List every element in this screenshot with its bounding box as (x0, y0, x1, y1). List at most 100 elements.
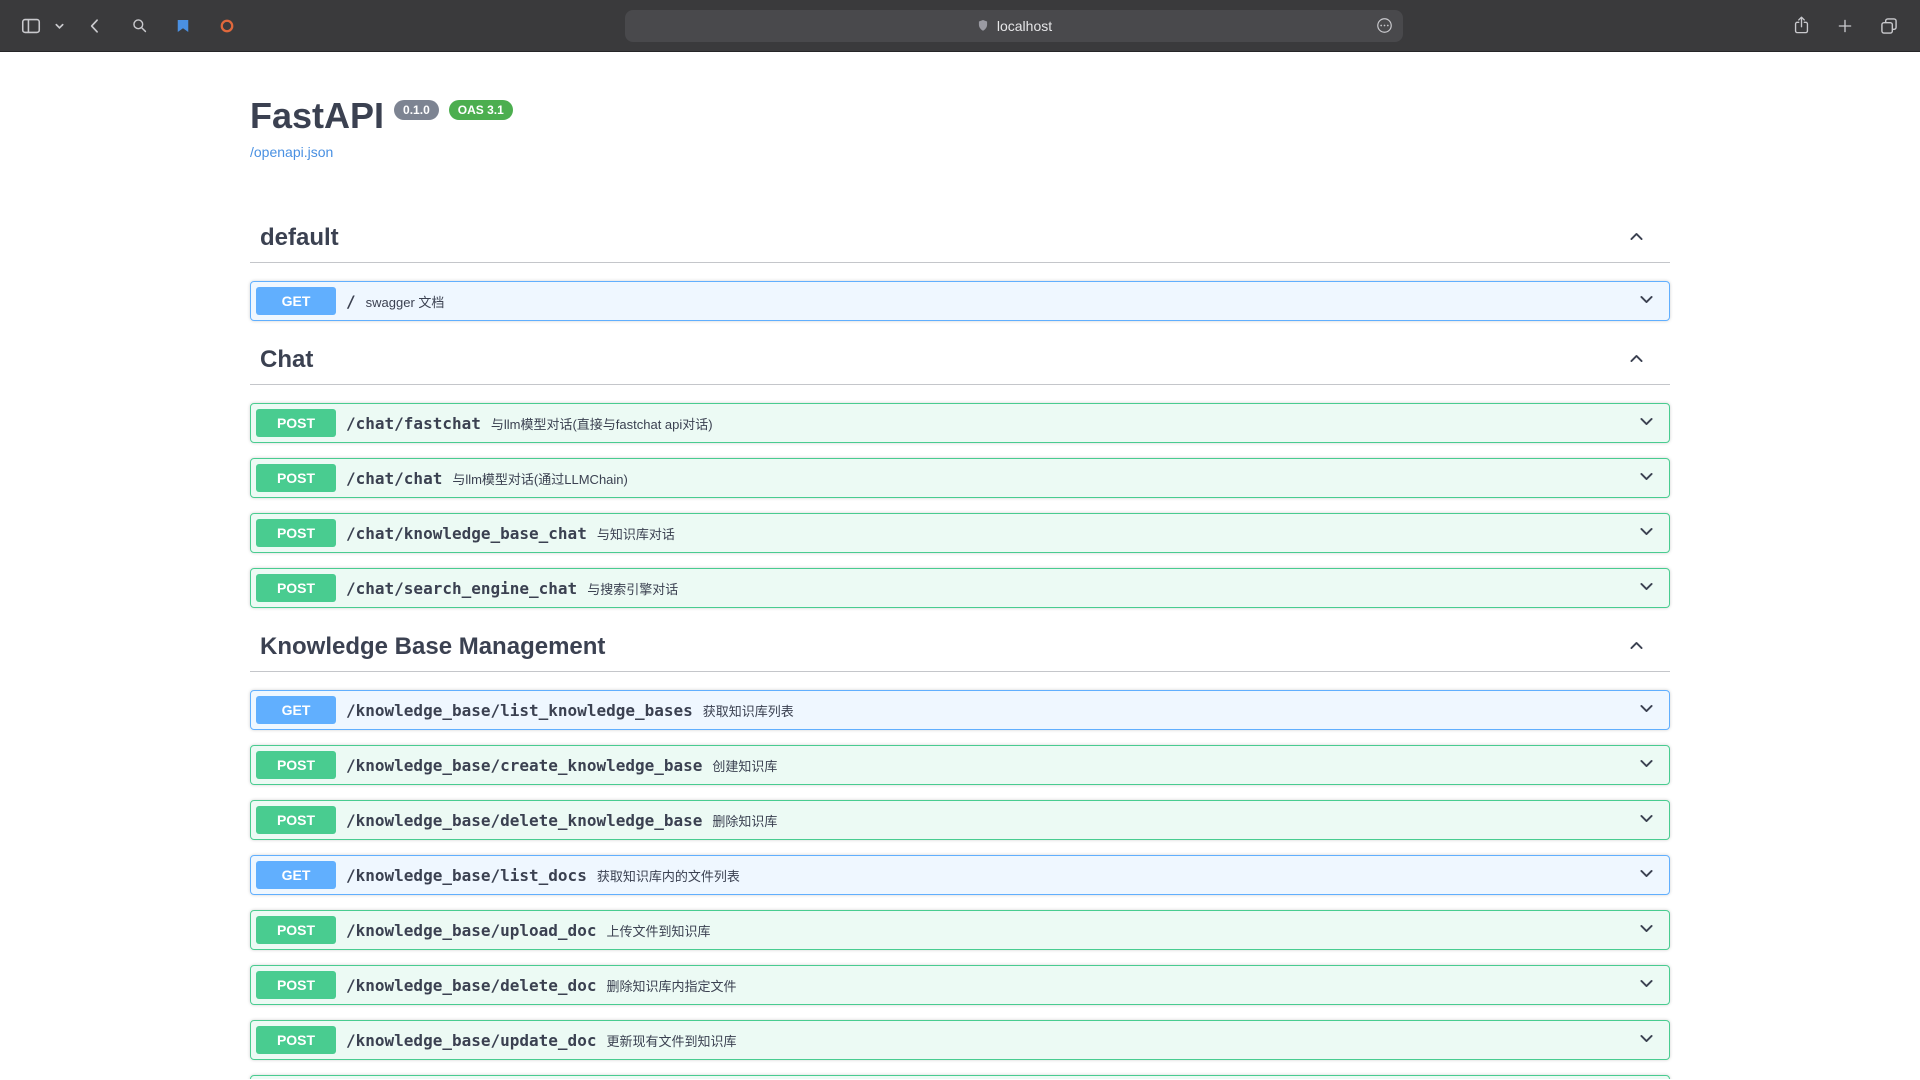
chevron-down-icon (1638, 468, 1655, 488)
operation-path: /chat/search_engine_chat (336, 579, 587, 598)
operations-list: GET / swagger 文档 (250, 281, 1670, 321)
chevron-up-icon (1628, 350, 1645, 370)
operation-expand-button[interactable] (1636, 519, 1664, 547)
operation-expand-button[interactable] (1636, 806, 1664, 834)
extension-blue-icon (174, 17, 192, 35)
api-section: default GET / swagger 文档 (250, 214, 1670, 321)
operation-expand-button[interactable] (1636, 696, 1664, 724)
operations-list: GET /knowledge_base/list_knowledge_bases… (250, 690, 1670, 1079)
swagger-page: FastAPI 0.1.0 OAS 3.1 /openapi.json defa… (0, 52, 1920, 1079)
operation-path: /knowledge_base/list_docs (336, 866, 597, 885)
plus-icon (1836, 17, 1854, 35)
operation-row[interactable]: POST /knowledge_base/upload_doc 上传文件到知识库 (250, 910, 1670, 950)
operation-row[interactable]: POST /knowledge_base/create_knowledge_ba… (250, 745, 1670, 785)
back-button[interactable] (78, 10, 112, 42)
page-title: FastAPI 0.1.0 OAS 3.1 (250, 94, 1670, 138)
page-menu-ellipsis-icon (1375, 16, 1394, 35)
operation-description: 创建知识库 (712, 756, 1636, 775)
operations-list: POST /chat/fastchat 与llm模型对话(直接与fastchat… (250, 403, 1670, 608)
operation-row[interactable]: GET /knowledge_base/list_knowledge_bases… (250, 690, 1670, 730)
address-bar[interactable]: localhost (625, 10, 1403, 42)
section-header[interactable]: Chat (250, 336, 1670, 385)
operation-row[interactable]: POST /knowledge_base/delete_knowledge_ba… (250, 800, 1670, 840)
operation-description: 上传文件到知识库 (606, 921, 1636, 940)
privacy-shield-icon (976, 18, 990, 33)
method-badge: POST (256, 409, 336, 437)
api-title: FastAPI (250, 94, 384, 138)
sidebar-toggle-button[interactable] (14, 10, 48, 42)
method-badge: GET (256, 287, 336, 315)
section-header[interactable]: Knowledge Base Management (250, 623, 1670, 672)
operation-expand-button[interactable] (1636, 1026, 1664, 1054)
operation-path: /knowledge_base/update_doc (336, 1031, 606, 1050)
operation-expand-button[interactable] (1636, 971, 1664, 999)
method-badge: POST (256, 464, 336, 492)
section-title: Chat (260, 346, 313, 374)
method-badge: POST (256, 574, 336, 602)
operation-row[interactable]: POST /chat/fastchat 与llm模型对话(直接与fastchat… (250, 403, 1670, 443)
operation-path: /chat/knowledge_base_chat (336, 524, 597, 543)
operation-row[interactable]: POST /knowledge_base/recreate_vector_sto… (250, 1075, 1670, 1079)
section-title: default (260, 224, 339, 252)
operation-description: 与知识库对话 (597, 524, 1636, 543)
tab-group-chevron-button[interactable] (50, 10, 68, 42)
chevron-down-icon (1638, 413, 1655, 433)
search-icon (130, 16, 149, 35)
chevron-up-icon (1628, 228, 1645, 248)
api-section: Knowledge Base Management GET /knowledge… (250, 623, 1670, 1079)
operation-path: /knowledge_base/delete_knowledge_base (336, 811, 712, 830)
extension-orange-button[interactable] (210, 10, 244, 42)
operation-path: / (336, 292, 366, 311)
operation-description: swagger 文档 (366, 292, 1636, 311)
method-badge: GET (256, 696, 336, 724)
method-badge: GET (256, 861, 336, 889)
url-text: localhost (997, 18, 1052, 34)
section-collapse-button[interactable] (1622, 346, 1650, 374)
operation-description: 更新现有文件到知识库 (606, 1031, 1636, 1050)
chevron-down-icon (1638, 523, 1655, 543)
operation-path: /knowledge_base/delete_doc (336, 976, 606, 995)
method-badge: POST (256, 916, 336, 944)
operation-description: 获取知识库列表 (703, 701, 1636, 720)
new-tab-button[interactable] (1828, 10, 1862, 42)
operation-expand-button[interactable] (1636, 464, 1664, 492)
section-collapse-button[interactable] (1622, 633, 1650, 661)
operation-row[interactable]: POST /chat/search_engine_chat 与搜索引擎对话 (250, 568, 1670, 608)
section-collapse-button[interactable] (1622, 224, 1650, 252)
operation-expand-button[interactable] (1636, 409, 1664, 437)
tab-overview-button[interactable] (1872, 10, 1906, 42)
operation-expand-button[interactable] (1636, 751, 1664, 779)
operation-expand-button[interactable] (1636, 861, 1664, 889)
operation-expand-button[interactable] (1636, 916, 1664, 944)
share-button[interactable] (1784, 10, 1818, 42)
search-button[interactable] (122, 10, 156, 42)
operation-row[interactable]: POST /knowledge_base/delete_doc 删除知识库内指定… (250, 965, 1670, 1005)
method-badge: POST (256, 751, 336, 779)
operation-expand-button[interactable] (1636, 287, 1664, 315)
operation-description: 删除知识库 (712, 811, 1636, 830)
method-badge: POST (256, 806, 336, 834)
sidebar-icon (20, 15, 42, 37)
api-section: Chat POST /chat/fastchat 与llm模型对话(直接与fas… (250, 336, 1670, 608)
operation-path: /chat/fastchat (336, 414, 491, 433)
browser-toolbar: localhost (0, 0, 1920, 52)
section-title: Knowledge Base Management (260, 633, 605, 661)
operation-description: 删除知识库内指定文件 (606, 976, 1636, 995)
operation-row[interactable]: POST /chat/knowledge_base_chat 与知识库对话 (250, 513, 1670, 553)
operation-expand-button[interactable] (1636, 574, 1664, 602)
section-header[interactable]: default (250, 214, 1670, 263)
extension-orange-icon (218, 17, 236, 35)
openapi-spec-link[interactable]: /openapi.json (250, 144, 333, 160)
operation-row[interactable]: GET / swagger 文档 (250, 281, 1670, 321)
operation-row[interactable]: GET /knowledge_base/list_docs 获取知识库内的文件列… (250, 855, 1670, 895)
operation-description: 与搜索引擎对话 (587, 579, 1636, 598)
operation-row[interactable]: POST /knowledge_base/update_doc 更新现有文件到知… (250, 1020, 1670, 1060)
api-info: FastAPI 0.1.0 OAS 3.1 /openapi.json (250, 94, 1670, 162)
operation-path: /chat/chat (336, 469, 452, 488)
share-icon (1792, 15, 1811, 36)
operation-description: 与llm模型对话(直接与fastchat api对话) (491, 414, 1636, 433)
extension-blue-button[interactable] (166, 10, 200, 42)
operation-row[interactable]: POST /chat/chat 与llm模型对话(通过LLMChain) (250, 458, 1670, 498)
page-menu-button[interactable] (1372, 14, 1396, 38)
method-badge: POST (256, 1026, 336, 1054)
